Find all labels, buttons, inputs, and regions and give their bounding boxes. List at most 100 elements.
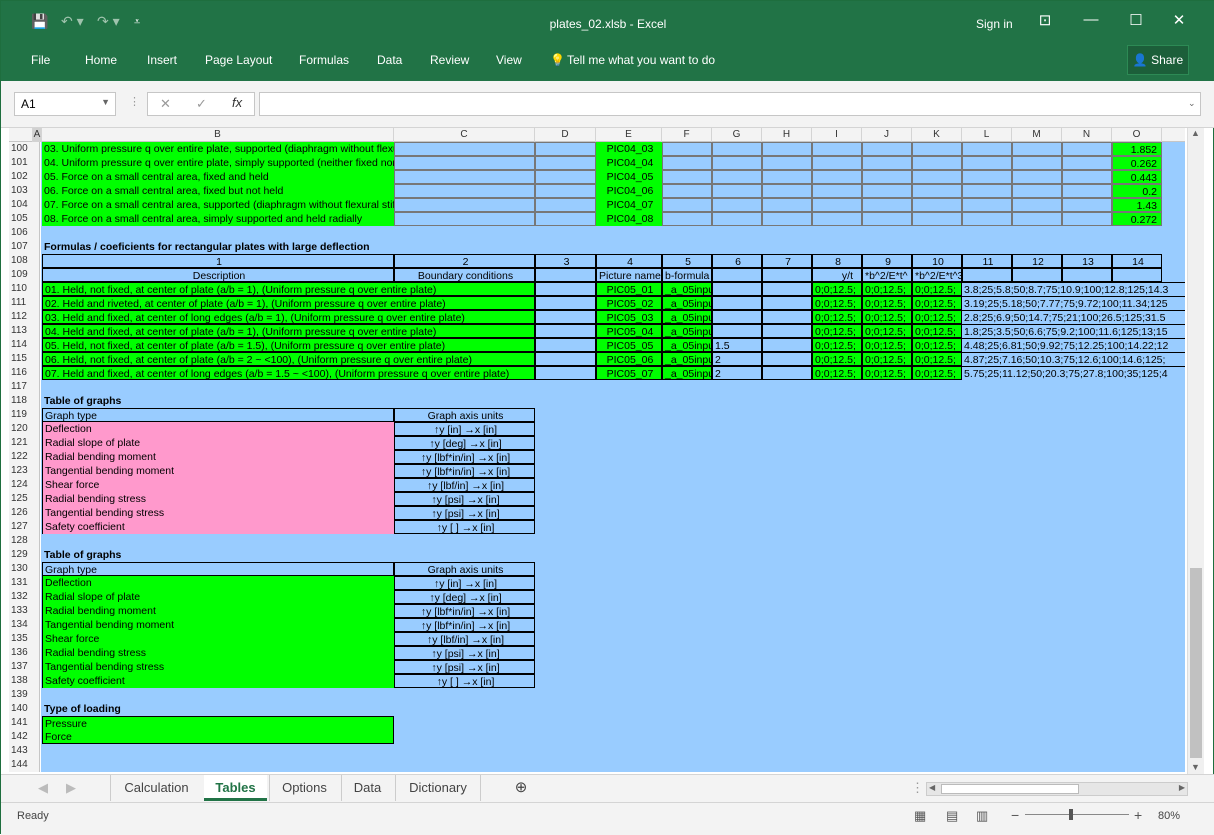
description-cell[interactable]: 06. Held, not fixed, at center of plate …: [42, 352, 535, 366]
formula-input[interactable]: [259, 92, 1201, 116]
sheet-tab-options[interactable]: Options: [269, 775, 339, 801]
col-header-d[interactable]: D: [535, 128, 596, 142]
description-cell[interactable]: 05. Held, not fixed, at center of plate …: [42, 338, 535, 352]
data-cell[interactable]: 0;0;12.5;: [912, 366, 962, 380]
header-cell[interactable]: Boundary conditions: [394, 268, 535, 282]
name-box[interactable]: A1 ▼: [14, 92, 116, 116]
data-cell[interactable]: 0;0;12.5;: [912, 310, 962, 324]
cell[interactable]: [762, 338, 812, 352]
share-button[interactable]: 👤 Share: [1127, 45, 1189, 75]
tab-formulas[interactable]: Formulas: [299, 53, 349, 67]
row-header[interactable]: 103: [9, 184, 40, 198]
graph-type-cell[interactable]: Safety coefficient: [42, 520, 394, 534]
cell[interactable]: [962, 184, 1012, 198]
data-cell[interactable]: 0;0;12.5;: [812, 310, 862, 324]
value-cell[interactable]: 0.2: [1112, 184, 1162, 198]
row-header[interactable]: 139: [9, 688, 40, 702]
cell[interactable]: [912, 212, 962, 226]
picture-name-cell[interactable]: PIC05_05: [596, 338, 662, 352]
graph-type-cell[interactable]: Radial slope of plate: [42, 436, 394, 450]
cell[interactable]: [862, 184, 912, 198]
column-number-cell[interactable]: 14: [1112, 254, 1162, 268]
graph-units-cell[interactable]: ↑y [psi] →x [in]: [394, 506, 535, 520]
value-cell[interactable]: 2: [712, 366, 762, 380]
graph-units-cell[interactable]: ↑y [lbf/in] →x [in]: [394, 478, 535, 492]
cell[interactable]: [712, 198, 762, 212]
row-header[interactable]: 124: [9, 478, 40, 492]
cancel-icon[interactable]: ✕: [160, 96, 171, 112]
cell[interactable]: [712, 268, 762, 282]
formula-cell[interactable]: _a_05input: [662, 310, 712, 324]
header-cell[interactable]: *b^2/E*t^3: [912, 268, 963, 282]
col-header-i[interactable]: I: [812, 128, 862, 142]
zoom-in-icon[interactable]: +: [1134, 807, 1142, 823]
page-layout-view-icon[interactable]: ▤: [946, 808, 958, 824]
cell[interactable]: [535, 282, 596, 296]
row-header[interactable]: 117: [9, 380, 40, 394]
cell[interactable]: [762, 184, 812, 198]
h-scroll-thumb[interactable]: [941, 784, 1079, 794]
description-cell[interactable]: 08. Force on a small central area, simpl…: [42, 212, 394, 226]
cell[interactable]: [535, 184, 596, 198]
formula-cell[interactable]: _a_05input: [662, 366, 712, 380]
next-sheet-icon[interactable]: ▶: [65, 775, 77, 801]
picture-name-cell[interactable]: PIC05_03: [596, 310, 662, 324]
data-cell[interactable]: 4.48;25;6.81;50;9.92;75;12.25;100;14.22;…: [962, 338, 1185, 352]
row-header[interactable]: 107: [9, 240, 40, 254]
row-header[interactable]: 116: [9, 366, 40, 380]
cell[interactable]: [1012, 170, 1062, 184]
column-number-cell[interactable]: 9: [862, 254, 912, 268]
row-header[interactable]: 105: [9, 212, 40, 226]
graph-units-cell[interactable]: ↑y [psi] →x [in]: [394, 646, 535, 660]
cell[interactable]: [662, 198, 712, 212]
graph-type-cell[interactable]: Radial bending stress: [42, 646, 394, 660]
col-header-l[interactable]: L: [962, 128, 1012, 142]
graph-type-cell[interactable]: Shear force: [42, 632, 394, 646]
column-number-cell[interactable]: 11: [962, 254, 1012, 268]
column-number-cell[interactable]: 5: [662, 254, 712, 268]
row-header[interactable]: 114: [9, 338, 40, 352]
column-number-cell[interactable]: 6: [712, 254, 762, 268]
header-cell[interactable]: Graph type: [42, 408, 394, 422]
value-cell[interactable]: 2: [712, 352, 762, 366]
description-cell[interactable]: 01. Held, not fixed, at center of plate …: [42, 282, 535, 296]
description-cell[interactable]: 04. Held and fixed, at center of plate (…: [42, 324, 535, 338]
picture-name-cell[interactable]: PIC04_04: [596, 156, 662, 170]
cell[interactable]: [662, 212, 712, 226]
cell[interactable]: [535, 198, 596, 212]
cell[interactable]: [812, 142, 862, 156]
row-header[interactable]: 101: [9, 156, 40, 170]
row-header[interactable]: 122: [9, 450, 40, 464]
col-header-j[interactable]: J: [862, 128, 912, 142]
cell[interactable]: [962, 156, 1012, 170]
row-header[interactable]: 110: [9, 282, 40, 296]
cell[interactable]: [1012, 156, 1062, 170]
row-header[interactable]: 137: [9, 660, 40, 674]
data-cell[interactable]: 0;0;12.5;: [812, 338, 862, 352]
col-header-a[interactable]: A: [33, 128, 42, 142]
row-header[interactable]: 100: [9, 142, 40, 156]
header-cell[interactable]: Graph axis units: [394, 562, 535, 576]
formula-cell[interactable]: _a_05input: [662, 324, 712, 338]
cell[interactable]: [394, 170, 535, 184]
cell[interactable]: [1062, 156, 1112, 170]
minimize-icon[interactable]: —: [1076, 11, 1106, 28]
graph-type-cell[interactable]: Shear force: [42, 478, 394, 492]
graph-type-cell[interactable]: Radial bending moment: [42, 450, 394, 464]
picture-name-cell[interactable]: PIC04_08: [596, 212, 662, 226]
enter-icon[interactable]: ✓: [196, 96, 207, 112]
col-header-e[interactable]: E: [596, 128, 662, 142]
row-header[interactable]: 144: [9, 758, 40, 772]
picture-name-cell[interactable]: PIC05_01: [596, 282, 662, 296]
graph-units-cell[interactable]: ↑y [in] →x [in]: [394, 576, 535, 590]
section-title[interactable]: Type of loading: [42, 702, 394, 716]
cell[interactable]: [912, 198, 962, 212]
row-header[interactable]: 142: [9, 730, 40, 744]
row-header[interactable]: 111: [9, 296, 40, 310]
data-cell[interactable]: 0;0;12.5;: [812, 324, 862, 338]
data-cell[interactable]: 0;0;12.5;: [812, 282, 862, 296]
data-cell[interactable]: 0;0;12.5;: [862, 352, 912, 366]
cell[interactable]: [1062, 142, 1112, 156]
cell[interactable]: [962, 198, 1012, 212]
loading-cell[interactable]: Force: [42, 730, 394, 744]
